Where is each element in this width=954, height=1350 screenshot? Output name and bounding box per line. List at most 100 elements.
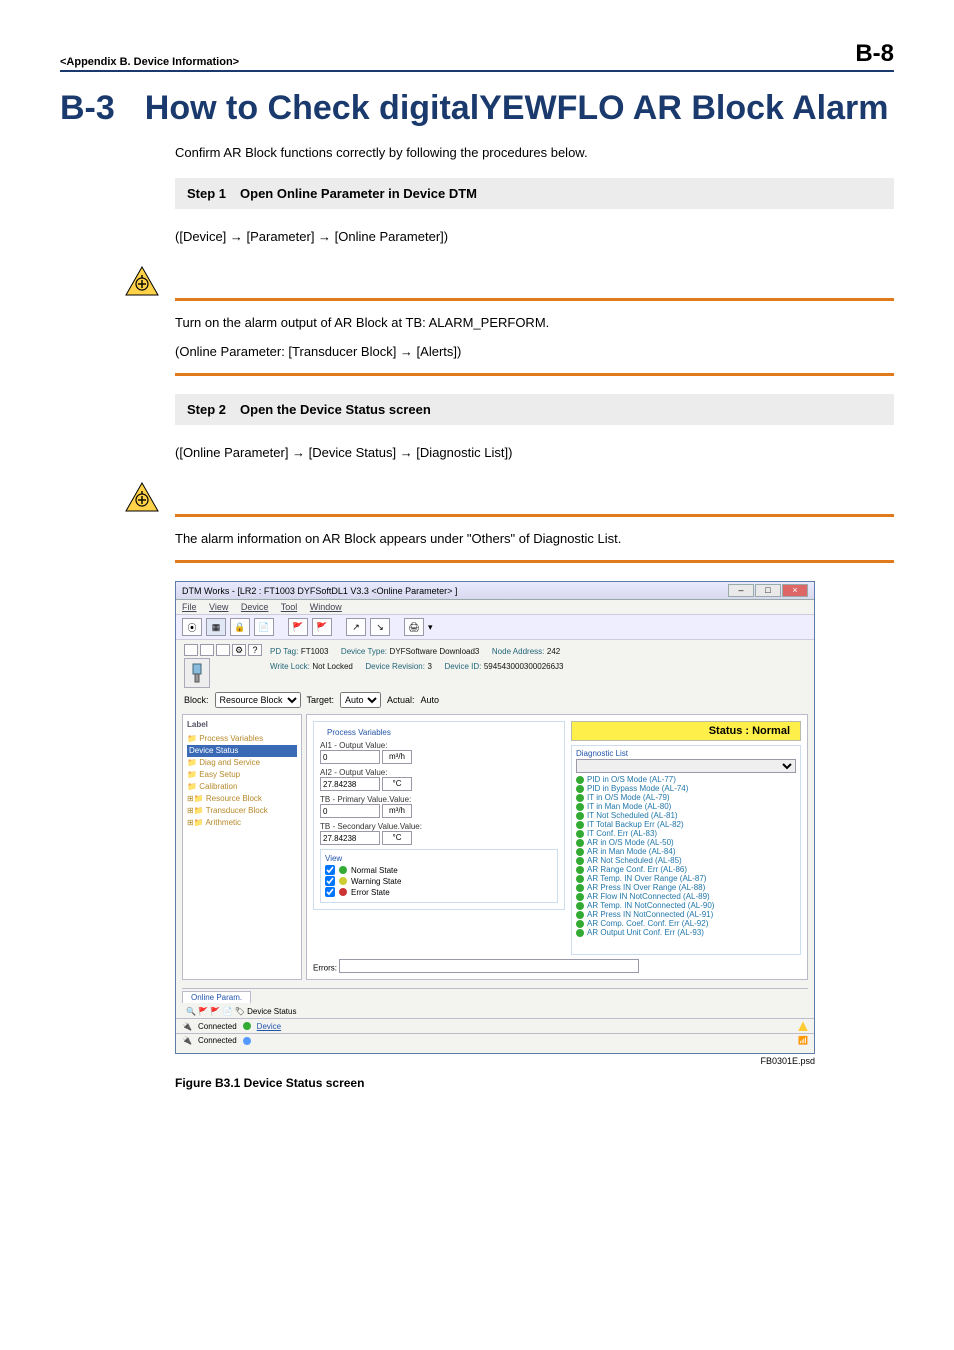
step-1-path: ([Device] → [Parameter] → [Online Parame… bbox=[175, 229, 894, 244]
connect-icon[interactable]: ⦿ bbox=[182, 618, 202, 636]
diag-item[interactable]: AR in Man Mode (AL-84) bbox=[576, 847, 796, 856]
diag-item-label: IT Not Scheduled (AL-81) bbox=[587, 811, 678, 820]
window-titlebar: DTM Works - [LR2 : FT1003 DYFSoftDL1 V3.… bbox=[176, 582, 814, 600]
ai1-unit: m³/h bbox=[382, 750, 412, 764]
ai2-value[interactable] bbox=[320, 777, 380, 791]
menu-view[interactable]: View bbox=[209, 602, 228, 612]
green-dot-icon bbox=[576, 911, 584, 919]
maximize-button[interactable]: □ bbox=[755, 584, 781, 597]
diag-item-label: AR Temp. IN Over Range (AL-87) bbox=[587, 874, 706, 883]
status-banner: Status : Normal bbox=[571, 721, 801, 741]
collapse-icon[interactable]: ↘ bbox=[370, 618, 390, 636]
diag-item[interactable]: PID in Bypass Mode (AL-74) bbox=[576, 784, 796, 793]
diag-item[interactable]: IT in O/S Mode (AL-79) bbox=[576, 793, 796, 802]
block-select[interactable]: Resource Block bbox=[215, 692, 301, 708]
tree-item[interactable]: 📁 Diag and Service bbox=[187, 757, 297, 769]
pdtag-label: PD Tag: bbox=[270, 647, 298, 656]
tree-item[interactable]: ⊞📁 Transducer Block bbox=[187, 805, 297, 817]
devid-label: Device ID: bbox=[444, 662, 481, 671]
diagnostic-list[interactable]: Diagnostic List PID in O/S Mode (AL-77)P… bbox=[571, 745, 801, 955]
diag-item[interactable]: AR Press IN Over Range (AL-88) bbox=[576, 883, 796, 892]
green-dot-icon bbox=[576, 821, 584, 829]
mini-icon[interactable] bbox=[184, 644, 198, 656]
mini-icon[interactable] bbox=[200, 644, 214, 656]
diag-filter-select[interactable] bbox=[576, 759, 796, 773]
green-dot-icon bbox=[576, 803, 584, 811]
flag-icon[interactable]: 🚩 bbox=[312, 618, 332, 636]
menu-window[interactable]: Window bbox=[310, 602, 342, 612]
step-1-bar: Step 1 Open Online Parameter in Device D… bbox=[175, 178, 894, 209]
diag-item-label: IT Total Backup Err (AL-82) bbox=[587, 820, 684, 829]
error-checkbox[interactable] bbox=[325, 887, 335, 897]
green-dot-icon bbox=[576, 857, 584, 865]
nav-tree[interactable]: Label 📁 Process Variables Device Status … bbox=[182, 714, 302, 980]
block-label: Block: bbox=[184, 695, 209, 705]
help-icon[interactable]: ? bbox=[248, 644, 262, 656]
tbsec-value[interactable] bbox=[320, 831, 380, 845]
diag-item[interactable]: AR Flow IN NotConnected (AL-89) bbox=[576, 892, 796, 901]
diag-item[interactable]: AR Output Unit Conf. Err (AL-93) bbox=[576, 928, 796, 937]
minimize-button[interactable]: – bbox=[728, 584, 754, 597]
expand-icon[interactable]: ↗ bbox=[346, 618, 366, 636]
signal-icon: 📶 bbox=[798, 1036, 808, 1045]
yellow-dot-icon bbox=[339, 877, 347, 885]
tab-device-status[interactable]: Device Status bbox=[247, 1007, 296, 1016]
tree-item[interactable]: ⊞📁 Arithmetic bbox=[187, 817, 297, 829]
diag-item[interactable]: AR in O/S Mode (AL-50) bbox=[576, 838, 796, 847]
warning-checkbox[interactable] bbox=[325, 876, 335, 886]
diag-item[interactable]: PID in O/S Mode (AL-77) bbox=[576, 775, 796, 784]
toolbar-button[interactable]: 🔒 bbox=[230, 618, 250, 636]
mini-icon[interactable] bbox=[216, 644, 230, 656]
diag-item[interactable]: IT Total Backup Err (AL-82) bbox=[576, 820, 796, 829]
print-icon[interactable]: 🖨 bbox=[404, 618, 424, 636]
tree-item[interactable]: 📁 Process Variables bbox=[187, 733, 297, 745]
green-dot-icon bbox=[576, 812, 584, 820]
toolbar-button[interactable]: ▦ bbox=[206, 618, 226, 636]
view-group: View Normal State Warning State Error St… bbox=[320, 849, 558, 903]
block-row: Block: Resource Block Target: Auto Actua… bbox=[176, 690, 814, 710]
flag-icon[interactable]: 🚩 bbox=[288, 618, 308, 636]
green-dot-icon bbox=[576, 902, 584, 910]
tree-item[interactable]: ⊞📁 Resource Block bbox=[187, 793, 297, 805]
errors-field[interactable] bbox=[339, 959, 639, 973]
diag-item-label: AR Flow IN NotConnected (AL-89) bbox=[587, 892, 710, 901]
menu-device[interactable]: Device bbox=[241, 602, 269, 612]
intro-text: Confirm AR Block functions correctly by … bbox=[175, 145, 894, 160]
toolbar-button[interactable]: 📄 bbox=[254, 618, 274, 636]
tree-item[interactable]: 📁 Calibration bbox=[187, 781, 297, 793]
diag-item[interactable]: AR Temp. IN Over Range (AL-87) bbox=[576, 874, 796, 883]
section-heading: How to Check digitalYEWFLO AR Block Alar… bbox=[145, 90, 889, 127]
alarm-info-note: The alarm information on AR Block appear… bbox=[175, 531, 894, 546]
diag-item[interactable]: IT Conf. Err (AL-83) bbox=[576, 829, 796, 838]
diag-item[interactable]: AR Temp. IN NotConnected (AL-90) bbox=[576, 901, 796, 910]
menu-file[interactable]: File bbox=[182, 602, 197, 612]
device-link[interactable]: Device bbox=[257, 1022, 281, 1031]
plug-icon: 🔌 bbox=[182, 1036, 192, 1045]
diag-item-label: PID in O/S Mode (AL-77) bbox=[587, 775, 676, 784]
target-select[interactable]: Auto bbox=[340, 692, 381, 708]
menu-tool[interactable]: Tool bbox=[281, 602, 298, 612]
orange-rule bbox=[175, 560, 894, 563]
blue-led-icon bbox=[243, 1037, 251, 1045]
tree-item-selected[interactable]: Device Status bbox=[187, 745, 297, 757]
diag-item[interactable]: AR Comp. Coef. Conf. Err (AL-92) bbox=[576, 919, 796, 928]
diag-item[interactable]: AR Press IN NotConnected (AL-91) bbox=[576, 910, 796, 919]
diag-item[interactable]: AR Not Scheduled (AL-85) bbox=[576, 856, 796, 865]
normal-checkbox[interactable] bbox=[325, 865, 335, 875]
close-button[interactable]: × bbox=[782, 584, 808, 597]
bottom-tab-bar: Online Param. 🔍 🚩 🚩 📄 🏷 Device Status bbox=[182, 988, 808, 1018]
step-2-label: Open the Device Status screen bbox=[240, 402, 431, 417]
diag-item[interactable]: IT Not Scheduled (AL-81) bbox=[576, 811, 796, 820]
green-dot-icon bbox=[576, 920, 584, 928]
tree-item[interactable]: 📁 Easy Setup bbox=[187, 769, 297, 781]
step-2-number: Step 2 bbox=[187, 402, 226, 417]
tbprim-value[interactable] bbox=[320, 804, 380, 818]
gear-icon[interactable]: ⚙ bbox=[232, 644, 246, 656]
status-bar-2: 🔌 Connected 📶 bbox=[176, 1033, 814, 1047]
normal-state: Normal State bbox=[351, 866, 398, 875]
tab-online-param[interactable]: Online Param. bbox=[182, 991, 251, 1003]
ai1-value[interactable] bbox=[320, 750, 380, 764]
diag-item[interactable]: AR Range Conf. Err (AL-86) bbox=[576, 865, 796, 874]
diag-item[interactable]: IT in Man Mode (AL-80) bbox=[576, 802, 796, 811]
diag-item-label: AR Range Conf. Err (AL-86) bbox=[587, 865, 687, 874]
